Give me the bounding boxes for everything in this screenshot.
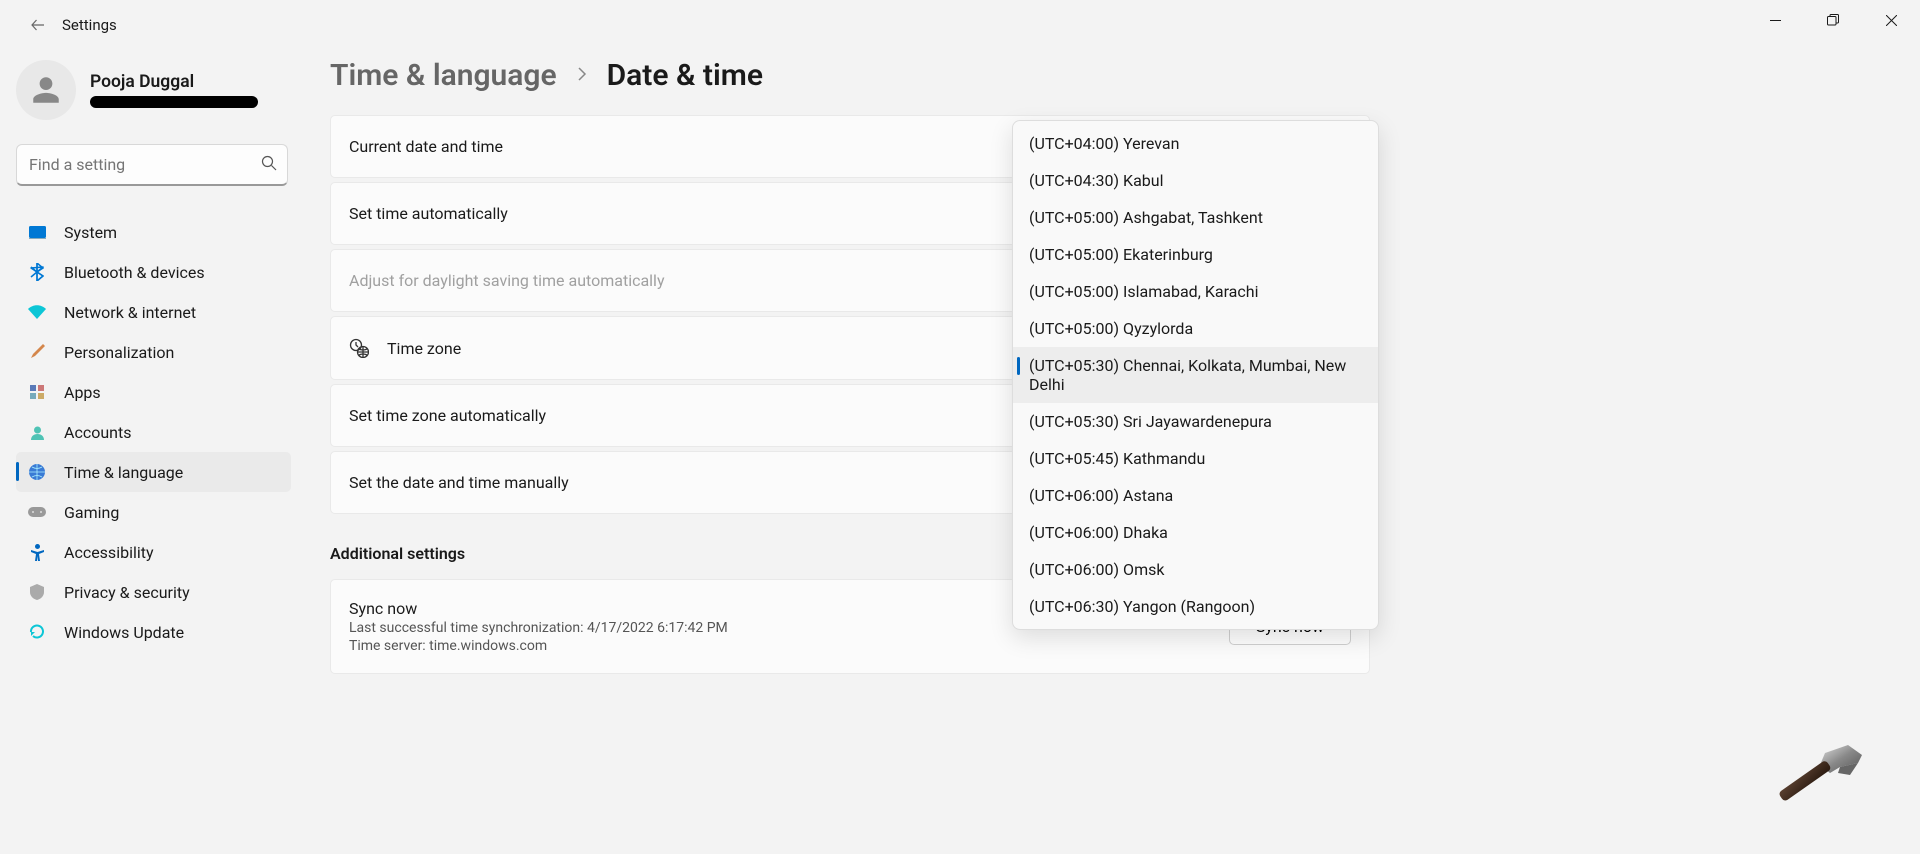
nav-label: Personalization [64, 343, 174, 362]
nav-item-accounts[interactable]: Accounts [16, 412, 291, 452]
timezone-option[interactable]: (UTC+05:00) Qyzylorda [1013, 310, 1378, 347]
profile-email-redacted [90, 96, 258, 108]
chevron-right-icon [577, 66, 587, 86]
card-label: Adjust for daylight saving time automati… [349, 271, 665, 290]
nav: System Bluetooth & devices Network & int… [16, 212, 305, 652]
back-button[interactable] [20, 7, 56, 43]
timezone-option-selected[interactable]: (UTC+05:30) Chennai, Kolkata, Mumbai, Ne… [1013, 347, 1378, 403]
nav-item-time-language[interactable]: Time & language [16, 452, 291, 492]
timezone-option[interactable]: (UTC+05:30) Sri Jayawardenepura [1013, 403, 1378, 440]
breadcrumb-parent[interactable]: Time & language [330, 58, 557, 93]
timezone-option[interactable]: (UTC+04:30) Kabul [1013, 162, 1378, 199]
sidebar: Pooja Duggal System Bluetooth & devices … [0, 50, 305, 652]
nav-label: Bluetooth & devices [64, 263, 205, 282]
minimize-button[interactable] [1746, 0, 1804, 40]
profile-name: Pooja Duggal [90, 72, 258, 92]
maximize-button[interactable] [1804, 0, 1862, 40]
search-icon [261, 155, 277, 175]
nav-label: Time & language [64, 463, 183, 482]
timezone-icon [349, 338, 369, 358]
sync-title: Sync now [349, 599, 728, 618]
card-label: Current date and time [349, 137, 503, 156]
timezone-option[interactable]: (UTC+06:00) Dhaka [1013, 514, 1378, 551]
search-wrap [16, 144, 288, 186]
sync-last: Last successful time synchronization: 4/… [349, 620, 728, 636]
nav-label: Accounts [64, 423, 131, 442]
breadcrumb-current: Date & time [607, 58, 763, 93]
accessibility-icon [28, 543, 46, 561]
timezone-option[interactable]: (UTC+05:00) Ashgabat, Tashkent [1013, 199, 1378, 236]
window-controls [1746, 0, 1920, 40]
timezone-option[interactable]: (UTC+06:00) Astana [1013, 477, 1378, 514]
shield-icon [28, 583, 46, 601]
avatar [16, 60, 76, 120]
gamepad-icon [28, 503, 46, 521]
card-label: Set time zone automatically [349, 406, 546, 425]
nav-item-system[interactable]: System [16, 212, 291, 252]
nav-label: Windows Update [64, 623, 184, 642]
wifi-icon [28, 303, 46, 321]
timezone-option[interactable]: (UTC+05:00) Islamabad, Karachi [1013, 273, 1378, 310]
brush-icon [28, 343, 46, 361]
sync-info: Sync now Last successful time synchroniz… [349, 599, 728, 654]
update-icon [28, 623, 46, 641]
nav-item-network[interactable]: Network & internet [16, 292, 291, 332]
nav-item-personalization[interactable]: Personalization [16, 332, 291, 372]
nav-label: Network & internet [64, 303, 196, 322]
timezone-option[interactable]: (UTC+04:00) Yerevan [1013, 125, 1378, 162]
titlebar: Settings [0, 0, 1920, 50]
sync-server: Time server: time.windows.com [349, 638, 728, 654]
timezone-dropdown: (UTC+04:00) Yerevan (UTC+04:30) Kabul (U… [1012, 120, 1379, 630]
nav-item-update[interactable]: Windows Update [16, 612, 291, 652]
window-title: Settings [62, 16, 117, 34]
nav-item-apps[interactable]: Apps [16, 372, 291, 412]
card-label: Time zone [387, 339, 461, 358]
nav-label: Gaming [64, 503, 119, 522]
bluetooth-icon [28, 263, 46, 281]
globe-icon [28, 463, 46, 481]
apps-icon [28, 383, 46, 401]
nav-label: Apps [64, 383, 101, 402]
hammer-watermark-icon [1770, 745, 1865, 824]
close-button[interactable] [1862, 0, 1920, 40]
card-label: Set the date and time manually [349, 473, 569, 492]
system-icon [28, 223, 46, 241]
nav-item-bluetooth[interactable]: Bluetooth & devices [16, 252, 291, 292]
timezone-option[interactable]: (UTC+06:30) Yangon (Rangoon) [1013, 588, 1378, 625]
person-icon [28, 423, 46, 441]
breadcrumb: Time & language Date & time [330, 58, 1370, 93]
search-input[interactable] [16, 144, 288, 186]
nav-item-privacy[interactable]: Privacy & security [16, 572, 291, 612]
timezone-option[interactable]: (UTC+05:45) Kathmandu [1013, 440, 1378, 477]
card-label: Set time automatically [349, 204, 508, 223]
timezone-option[interactable]: (UTC+05:00) Ekaterinburg [1013, 236, 1378, 273]
profile-info: Pooja Duggal [90, 72, 258, 108]
nav-item-accessibility[interactable]: Accessibility [16, 532, 291, 572]
profile[interactable]: Pooja Duggal [16, 60, 305, 120]
nav-label: System [64, 223, 117, 242]
nav-item-gaming[interactable]: Gaming [16, 492, 291, 532]
nav-label: Privacy & security [64, 583, 190, 602]
timezone-option[interactable]: (UTC+06:00) Omsk [1013, 551, 1378, 588]
nav-label: Accessibility [64, 543, 154, 562]
